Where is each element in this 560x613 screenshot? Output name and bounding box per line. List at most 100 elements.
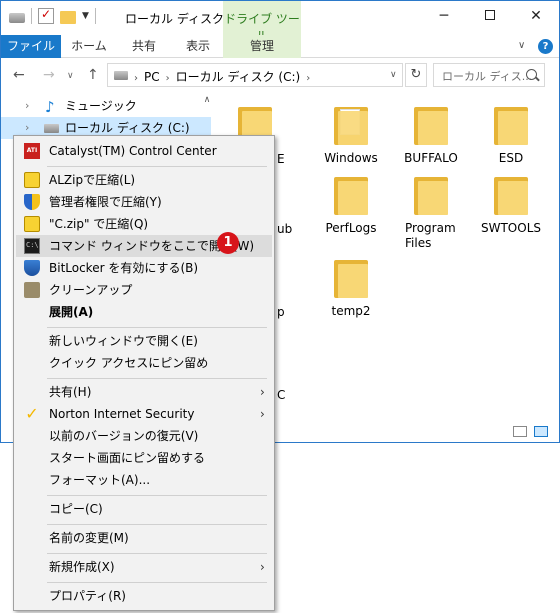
folder-icon [334, 105, 368, 145]
tab-manage[interactable]: 管理 [223, 35, 301, 58]
breadcrumb-pc[interactable]: PC [144, 70, 160, 84]
menu-item-label: "C.zip" で圧縮(Q) [49, 217, 149, 231]
chevron-right-icon[interactable]: › [25, 95, 29, 117]
menu-item-label: 共有(H) [49, 385, 92, 399]
menu-item-properties[interactable]: プロパティ(R) [16, 585, 272, 607]
menu-item-label: Norton Internet Security [49, 407, 195, 421]
recent-locations-icon[interactable]: ∨ [67, 71, 74, 81]
alzip-icon [24, 172, 40, 188]
menu-item-norton[interactable]: ✓ Norton Internet Security › [16, 403, 272, 425]
tab-view[interactable]: 表示 [171, 35, 225, 58]
folder-item[interactable]: SWTOOLS [471, 175, 551, 236]
menu-separator [47, 553, 267, 554]
navigation-bar: ← → ∨ ↑ › PC › ローカル ディスク (C:) › ∨ ↻ ローカル ディス… [1, 59, 559, 93]
menu-item-open-new-window[interactable]: 新しいウィンドウで開く(E) [16, 330, 272, 352]
nav-item-music[interactable]: › ♪ ミュージック [1, 95, 211, 117]
menu-item-label: スタート画面にピン留めする [49, 451, 206, 465]
menu-item-rename[interactable]: 名前の変更(M) [16, 527, 272, 549]
folder-icon [334, 175, 368, 215]
tab-share[interactable]: 共有 [117, 35, 171, 58]
cmd-icon: C:\ [24, 238, 40, 254]
folder-icon [494, 105, 528, 145]
folder-label: SWTOOLS [480, 221, 541, 235]
menu-item-label: Catalyst(TM) Control Center [49, 144, 217, 158]
back-arrow-icon[interactable]: ← [13, 67, 25, 83]
menu-separator [47, 524, 267, 525]
folder-label: ESD [498, 151, 524, 165]
norton-check-icon: ✓ [25, 404, 39, 423]
menu-item-czip-compress[interactable]: "C.zip" で圧縮(Q) [16, 213, 272, 235]
drive-tools-context-tab: ドライブ ツール [223, 1, 301, 43]
menu-item-label: 新規作成(X) [49, 560, 115, 574]
drive-icon[interactable] [9, 12, 25, 23]
folder-icon [414, 105, 448, 145]
bitlocker-shield-icon [24, 260, 40, 276]
folder-item[interactable]: Windows [311, 105, 391, 166]
search-icon [526, 69, 537, 80]
menu-item-catalyst[interactable]: ATI Catalyst(TM) Control Center [16, 140, 272, 162]
menu-item-label: BitLocker を有効にする(B) [49, 261, 199, 275]
folder-label: Program Files [405, 221, 456, 250]
menu-item-bitlocker[interactable]: BitLocker を有効にする(B) [16, 257, 272, 279]
folder-label: temp2 [331, 304, 371, 318]
address-bar[interactable]: › PC › ローカル ディスク (C:) › ∨ [107, 63, 403, 87]
folder-label: BUFFALO [404, 151, 458, 165]
menu-item-cleanup[interactable]: クリーンアップ [16, 279, 272, 301]
menu-item-pin-start[interactable]: スタート画面にピン留めする [16, 447, 272, 469]
divider [94, 8, 96, 24]
tab-home[interactable]: ホーム [61, 35, 117, 58]
properties-icon[interactable] [38, 7, 54, 24]
menu-item-admin-compress[interactable]: 管理者権限で圧縮(Y) [16, 191, 272, 213]
menu-item-label: 新しいウィンドウで開く(E) [49, 334, 198, 348]
menu-item-expand[interactable]: 展開(A) [16, 301, 272, 323]
close-button[interactable]: ✕ [513, 1, 559, 31]
folder-label: p [277, 305, 285, 319]
nav-item-label: ミュージック [65, 99, 137, 113]
menu-item-new[interactable]: 新規作成(X) › [16, 556, 272, 578]
menu-item-alzip-compress[interactable]: ALZipで圧縮(L) [16, 169, 272, 191]
menu-item-label: フォーマット(A)... [49, 473, 151, 487]
breadcrumb-chevron-icon: › [165, 73, 170, 84]
breadcrumb-chevron-icon: › [134, 73, 138, 84]
menu-item-label: 展開(A) [49, 305, 94, 319]
breadcrumb-local-disk[interactable]: ローカル ディスク (C:) [176, 70, 301, 84]
folder-item[interactable]: PerfLogs [311, 175, 391, 236]
customize-qat-icon[interactable]: ▼ [82, 11, 89, 21]
search-input[interactable]: ローカル ディス... [433, 63, 545, 87]
folder-icon [414, 175, 448, 215]
refresh-button[interactable]: ↻ [405, 63, 427, 87]
help-icon[interactable]: ? [538, 39, 553, 54]
menu-separator [47, 495, 267, 496]
folder-label: PerfLogs [325, 221, 377, 235]
menu-separator [47, 378, 267, 379]
new-folder-icon[interactable] [60, 10, 76, 24]
large-icons-view-icon[interactable] [534, 426, 548, 437]
menu-item-format[interactable]: フォーマット(A)... [16, 469, 272, 491]
music-note-icon: ♪ [45, 98, 55, 116]
menu-item-share[interactable]: 共有(H) › [16, 381, 272, 403]
minimize-button[interactable]: ─ [421, 1, 467, 31]
folder-item[interactable]: ESD [471, 105, 551, 166]
ribbon-tabs: ファイル ホーム 共有 表示 管理 ∨ ? [1, 35, 559, 58]
divider [31, 8, 32, 24]
breadcrumb-chevron-icon: › [306, 73, 311, 84]
menu-item-pin-quick-access[interactable]: クイック アクセスにピン留め [16, 352, 272, 374]
folder-item[interactable]: temp2 [311, 258, 391, 319]
folder-item[interactable]: Program Files [391, 175, 471, 251]
menu-item-copy[interactable]: コピー(C) [16, 498, 272, 520]
forward-arrow-icon[interactable]: → [43, 67, 55, 83]
scroll-up-icon[interactable]: ∧ [201, 95, 213, 113]
tab-file[interactable]: ファイル [1, 35, 61, 58]
expand-ribbon-icon[interactable]: ∨ [518, 40, 525, 51]
details-view-icon[interactable] [513, 426, 527, 437]
submenu-arrow-icon: › [260, 560, 265, 574]
maximize-button[interactable] [467, 1, 513, 31]
folder-icon [494, 175, 528, 215]
cleanup-icon [24, 282, 40, 298]
up-arrow-icon[interactable]: ↑ [87, 67, 99, 83]
title-bar: ▼ ローカル ディスク (C:) ドライブ ツール ─ ✕ [1, 1, 559, 43]
folder-item[interactable]: BUFFALO [391, 105, 471, 166]
menu-item-restore-previous[interactable]: 以前のバージョンの復元(V) [16, 425, 272, 447]
menu-item-label: コピー(C) [49, 502, 103, 516]
address-dropdown-icon[interactable]: ∨ [390, 70, 397, 80]
